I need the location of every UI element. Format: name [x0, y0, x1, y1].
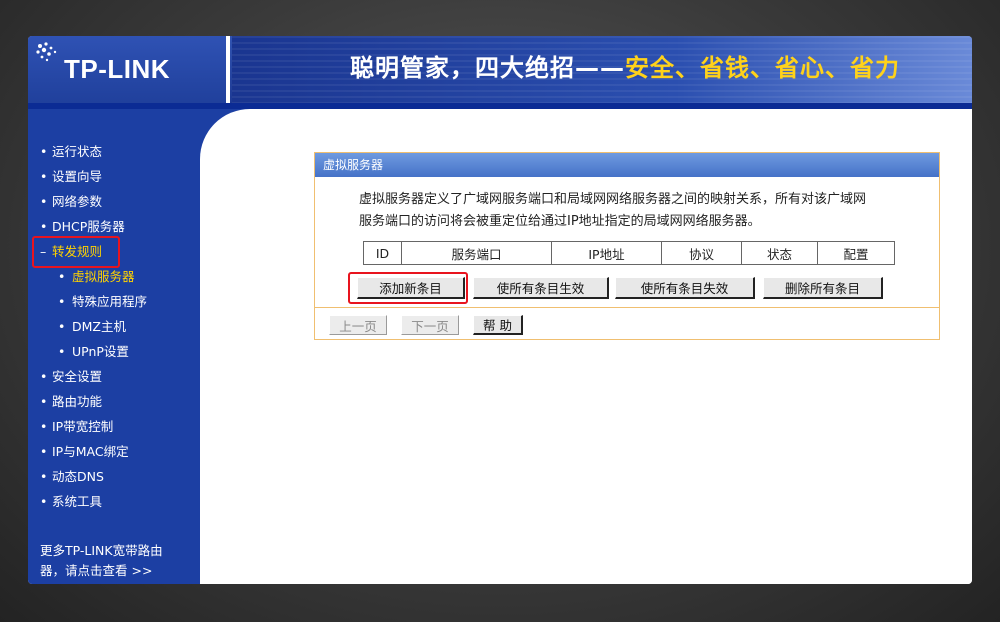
panel-description: 虚拟服务器定义了广域网服务端口和局域网网络服务器之间的映射关系，所有对该广域网 … [359, 189, 907, 233]
sidebar-item-label: 安全设置 [52, 369, 103, 384]
description-line2: 服务端口的访问将会被重定位给通过IP地址指定的局域网网络服务器。 [359, 214, 761, 229]
bullet-icon: • [40, 469, 48, 484]
more-products-link[interactable]: 更多TP-LINK宽带路由 器，请点击查看 >> [40, 541, 190, 581]
description-line1: 虚拟服务器定义了广域网服务端口和局域网网络服务器之间的映射关系，所有对该广域网 [359, 192, 867, 207]
router-admin-window: TP-LINK 聪明管家，四大绝招——安全、省钱、省心、省力 • 运行状态 • … [28, 36, 972, 584]
slogan-dash: —— [575, 54, 625, 82]
sidebar-item-status[interactable]: • 运行状态 [28, 142, 200, 162]
tp-link-logo: TP-LINK [64, 54, 171, 84]
virtual-server-panel: 虚拟服务器 虚拟服务器定义了广域网服务端口和局域网网络服务器之间的映射关系，所有… [314, 152, 940, 340]
column-protocol: 协议 [662, 242, 742, 264]
sidebar-item-label: 虚拟服务器 [72, 269, 135, 284]
sidebar-item-ip-mac-binding[interactable]: • IP与MAC绑定 [28, 442, 200, 462]
sidebar-item-wizard[interactable]: • 设置向导 [28, 167, 200, 187]
bullet-icon: • [40, 419, 48, 434]
bullet-icon: • [40, 444, 48, 459]
enable-all-button[interactable]: 使所有条目生效 [473, 277, 609, 299]
sidebar-item-upnp[interactable]: • UPnP设置 [28, 342, 200, 362]
disable-all-button[interactable]: 使所有条目失效 [615, 277, 755, 299]
sidebar-item-bandwidth[interactable]: • IP带宽控制 [28, 417, 200, 437]
sidebar-item-security[interactable]: • 安全设置 [28, 367, 200, 387]
bullet-icon: • [58, 269, 66, 284]
bullet-icon: • [58, 344, 66, 359]
banner-slogan: 聪明管家，四大绝招——安全、省钱、省心、省力 [350, 48, 900, 83]
forwarding-highlight-box [32, 236, 120, 268]
sidebar-item-label: IP带宽控制 [52, 419, 114, 434]
sidebar-item-label: 特殊应用程序 [72, 294, 148, 309]
bullet-icon: • [40, 194, 48, 209]
rules-table-header: ID 服务端口 IP地址 协议 状态 配置 [363, 241, 895, 265]
banner: 聪明管家，四大绝招——安全、省钱、省心、省力 [232, 36, 972, 103]
column-ip-address: IP地址 [552, 242, 662, 264]
header: TP-LINK 聪明管家，四大绝招——安全、省钱、省心、省力 [28, 36, 972, 103]
sidebar-item-label: 运行状态 [52, 144, 103, 159]
sidebar-item-dhcp[interactable]: • DHCP服务器 [28, 217, 200, 237]
bullet-icon: • [40, 144, 48, 159]
panel-separator [315, 307, 939, 308]
bullet-icon: • [40, 394, 48, 409]
sidebar-item-label: DHCP服务器 [52, 219, 125, 234]
logo-dots-icon [36, 42, 57, 62]
help-button[interactable]: 帮 助 [473, 315, 523, 335]
sidebar-item-virtual-server[interactable]: • 虚拟服务器 [28, 267, 200, 287]
column-service-port: 服务端口 [402, 242, 552, 264]
bullet-icon: • [40, 219, 48, 234]
sidebar-item-label: DMZ主机 [72, 319, 126, 334]
sidebar-item-ddns[interactable]: • 动态DNS [28, 467, 200, 487]
sidebar-item-network[interactable]: • 网络参数 [28, 192, 200, 212]
sidebar-item-label: 网络参数 [52, 194, 103, 209]
sidebar-item-label: 动态DNS [52, 469, 104, 484]
sidebar-item-label: 系统工具 [52, 494, 103, 509]
more-link-line1: 更多TP-LINK宽带路由 [40, 543, 163, 558]
more-link-line2: 器，请点击查看 >> [40, 563, 153, 578]
column-status: 状态 [742, 242, 818, 264]
next-page-button[interactable]: 下一页 [401, 315, 459, 335]
slogan-main: 聪明管家，四大绝招 [350, 54, 575, 82]
slogan-highlight: 安全、省钱、省心、省力 [625, 54, 900, 82]
bullet-icon: • [40, 169, 48, 184]
sidebar-item-routing[interactable]: • 路由功能 [28, 392, 200, 412]
column-config: 配置 [843, 246, 869, 262]
sidebar-item-label: 设置向导 [52, 169, 103, 184]
column-id: ID [364, 242, 402, 264]
panel-title: 虚拟服务器 [315, 153, 939, 177]
sidebar-item-label: IP与MAC绑定 [52, 444, 129, 459]
add-entry-highlight-box [348, 272, 468, 304]
sidebar-item-label: UPnP设置 [72, 344, 129, 359]
sidebar-item-special-app[interactable]: • 特殊应用程序 [28, 292, 200, 312]
header-divider [226, 36, 230, 103]
sidebar-item-dmz[interactable]: • DMZ主机 [28, 317, 200, 337]
prev-page-button[interactable]: 上一页 [329, 315, 387, 335]
sidebar-item-system-tools[interactable]: • 系统工具 [28, 492, 200, 512]
delete-all-button[interactable]: 删除所有条目 [763, 277, 883, 299]
bullet-icon: • [58, 319, 66, 334]
bullet-icon: • [40, 494, 48, 509]
sidebar-item-label: 路由功能 [52, 394, 103, 409]
bullet-icon: • [40, 369, 48, 384]
bullet-icon: • [58, 294, 66, 309]
logo-area: TP-LINK [28, 36, 228, 103]
